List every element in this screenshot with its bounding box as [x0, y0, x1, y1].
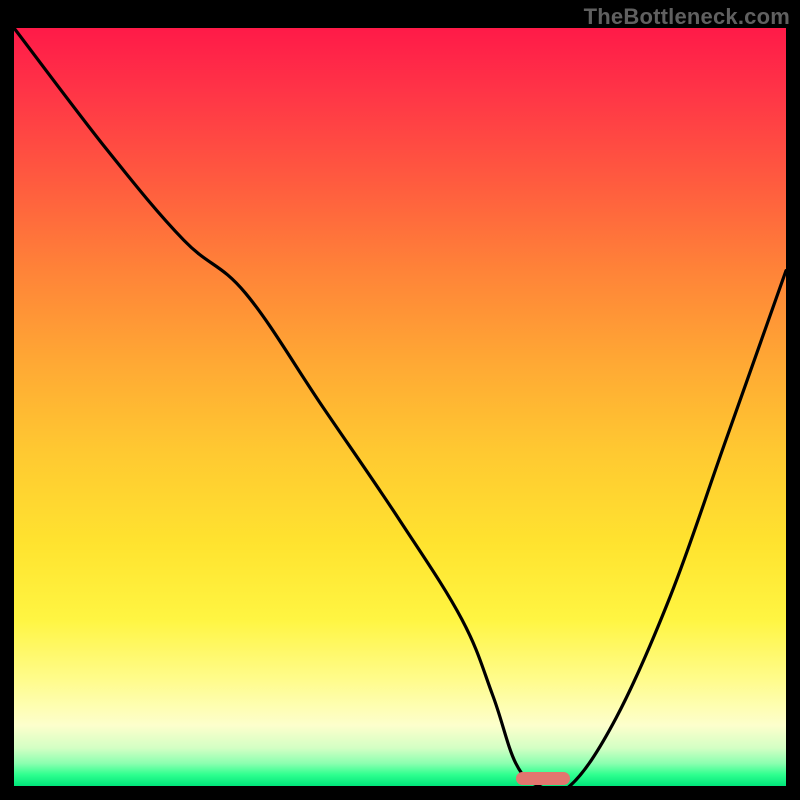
optimal-range-marker: [516, 772, 570, 785]
chart-frame: TheBottleneck.com: [0, 0, 800, 800]
bottleneck-curve: [14, 28, 786, 786]
watermark-text: TheBottleneck.com: [584, 4, 790, 30]
plot-area: [14, 28, 786, 786]
